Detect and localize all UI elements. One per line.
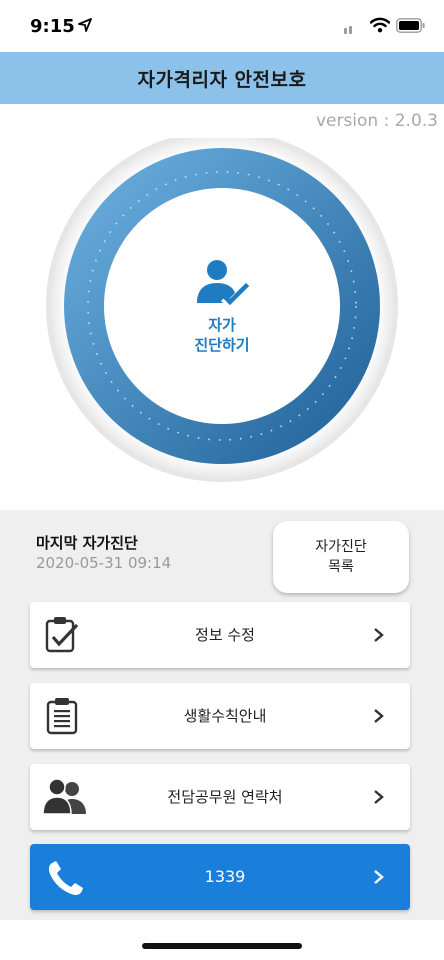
- battery-icon: [396, 18, 425, 33]
- status-time: 9:15: [30, 16, 75, 37]
- menu-item-edit-info[interactable]: 정보 수정: [30, 602, 410, 668]
- contacts-icon: [42, 778, 86, 815]
- dial-label-line2: 진단하기: [194, 336, 250, 354]
- last-diagnosis-label: 마지막 자가진단: [36, 534, 138, 552]
- location-arrow-icon: [78, 18, 92, 32]
- chevron-right-icon: [374, 870, 384, 884]
- home-indicator[interactable]: [142, 943, 302, 949]
- clipboard-check-icon: [45, 617, 79, 653]
- self-diagnosis-dial[interactable]: 자가 진단하기: [44, 138, 400, 488]
- clipboard-list-icon: [46, 698, 78, 735]
- menu-item-living-rules[interactable]: 생활수칙안내: [30, 683, 410, 749]
- call-1339-button[interactable]: 1339: [30, 844, 410, 910]
- user-check-icon: [197, 260, 250, 306]
- self-diagnosis-button[interactable]: 자가 진단하기: [147, 231, 297, 381]
- app-header: 자가격리자 안전보호: [0, 52, 444, 104]
- chevron-right-icon: [374, 628, 384, 642]
- menu-label-edit-info: 정보 수정: [195, 626, 255, 644]
- status-bar: 9:15: [0, 0, 444, 52]
- menu-item-officer-contact[interactable]: 전담공무원 연락처: [30, 764, 410, 830]
- phone-icon: [48, 861, 83, 895]
- dial-label-line1: 자가: [208, 316, 236, 334]
- diagnosis-list-label-line2: 목록: [328, 559, 354, 575]
- chevron-right-icon: [374, 790, 384, 804]
- menu-label-officer-contact: 전담공무원 연락처: [167, 788, 283, 806]
- bottom-panel: 마지막 자가진단 2020-05-31 09:14 자가진단 목록 정보 수정 …: [0, 510, 444, 920]
- last-diagnosis-datetime: 2020-05-31 09:14: [36, 554, 172, 572]
- diagnosis-list-button[interactable]: 자가진단 목록: [273, 521, 409, 593]
- diagnosis-list-label-line1: 자가진단: [315, 539, 367, 555]
- cellular-signal-icon: [344, 26, 352, 34]
- wifi-icon: [370, 17, 390, 33]
- version-label: version : 2.0.3: [315, 111, 438, 131]
- app-title: 자가격리자 안전보호: [137, 68, 307, 91]
- menu-label-living-rules: 생활수칙안내: [183, 707, 267, 725]
- call-number-label: 1339: [204, 867, 246, 886]
- chevron-right-icon: [374, 709, 384, 723]
